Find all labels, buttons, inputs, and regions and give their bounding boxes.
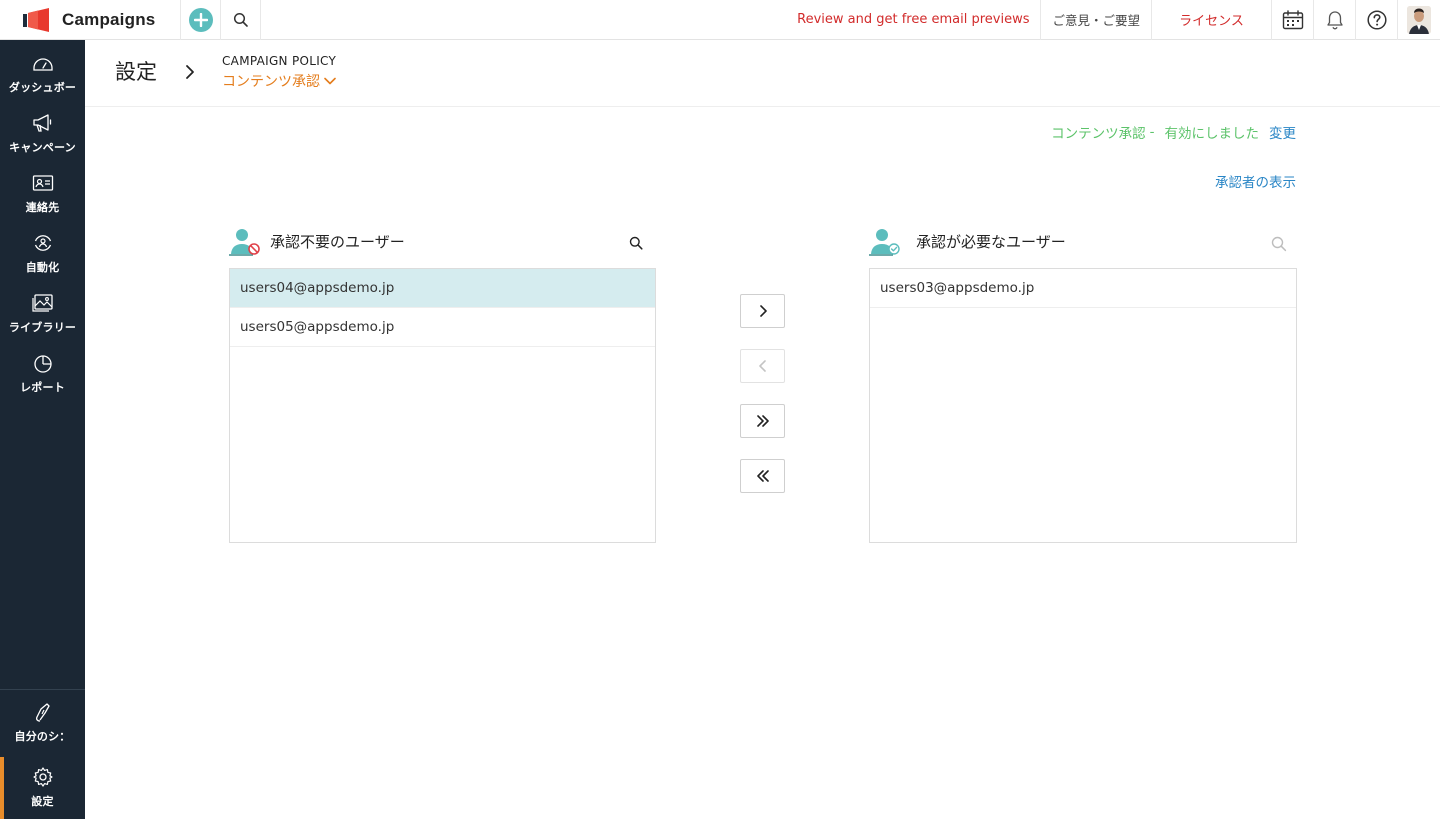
- view-approvers-link[interactable]: 承認者の表示: [1215, 171, 1296, 191]
- bell-icon: [1326, 10, 1343, 29]
- signature-pen-icon: [32, 700, 54, 724]
- double-chevron-left-icon: [756, 470, 769, 482]
- campaigns-logo-icon: [23, 7, 49, 32]
- breadcrumb-section: CAMPAIGN POLICY: [222, 54, 337, 68]
- calendar-icon: [1282, 9, 1303, 29]
- move-all-left-button[interactable]: [740, 459, 785, 493]
- sidebar-item-label: キャンペーン: [9, 141, 76, 154]
- sidebar-item-library[interactable]: ライブラリー: [0, 291, 85, 347]
- user-no-approval-icon: [229, 229, 260, 256]
- top-bar: Campaigns Review and get free email prev…: [0, 0, 1440, 40]
- image-library-icon: [31, 291, 54, 315]
- chevron-down-icon: [324, 77, 336, 85]
- sidebar-item-label: 自動化: [25, 261, 60, 274]
- gear-icon: [32, 765, 54, 789]
- notifications-button[interactable]: [1314, 0, 1356, 40]
- user-email: users05@appsdemo.jp: [240, 319, 395, 335]
- page-header: 設定 CAMPAIGN POLICY コンテンツ承認: [85, 40, 1440, 107]
- sidebar-item-label: 自分のシ：: [14, 730, 71, 743]
- status-value: 有効にしました: [1164, 126, 1260, 142]
- contact-card-icon: [32, 171, 54, 195]
- sidebar-item-label: ライブラリー: [8, 321, 77, 334]
- user-email: users03@appsdemo.jp: [880, 280, 1035, 296]
- sidebar-item-label: ダッシュボー: [8, 81, 77, 94]
- dashboard-gauge-icon: [32, 51, 54, 75]
- brand[interactable]: Campaigns: [0, 0, 181, 40]
- email-preview-promo-link[interactable]: Review and get free email previews: [786, 0, 1042, 40]
- policy-dropdown[interactable]: コンテンツ承認: [222, 71, 336, 91]
- app-name: Campaigns: [62, 9, 156, 29]
- global-search-button[interactable]: [221, 0, 261, 40]
- feedback-link[interactable]: ご意見・ご要望: [1041, 0, 1152, 40]
- sidebar-item-automation[interactable]: 自動化: [0, 231, 85, 287]
- sidebar-divider: [0, 689, 85, 690]
- add-button[interactable]: [181, 0, 221, 40]
- help-button[interactable]: [1356, 0, 1398, 40]
- left-panel-search-icon[interactable]: [629, 236, 643, 250]
- double-chevron-right-icon: [756, 415, 769, 427]
- sidebar-item-contacts[interactable]: 連絡先: [0, 171, 85, 227]
- sidebar-item-label: 設定: [31, 795, 54, 808]
- move-all-right-button[interactable]: [740, 404, 785, 438]
- pie-chart-icon: [32, 351, 54, 375]
- user-avatar: [1407, 5, 1431, 34]
- sidebar-item-label: レポート: [20, 381, 65, 394]
- breadcrumb-settings[interactable]: 設定: [115, 56, 157, 86]
- sidebar-item-reports[interactable]: レポート: [0, 351, 85, 407]
- change-status-link[interactable]: 変更: [1269, 122, 1296, 142]
- approval-status: コンテンツ承認 - 有効にしました 変更: [1051, 122, 1296, 142]
- search-icon: [233, 12, 248, 27]
- sidebar-item-my-signature[interactable]: 自分のシ：: [0, 700, 85, 756]
- profile-button[interactable]: [1398, 0, 1440, 40]
- right-panel-search-icon[interactable]: [1271, 236, 1287, 252]
- sidebar-item-label: 連絡先: [25, 201, 60, 214]
- policy-dropdown-label: コンテンツ承認: [222, 74, 320, 90]
- sidebar-item-campaigns[interactable]: キャンペーン: [0, 111, 85, 167]
- list-item[interactable]: users03@appsdemo.jp: [870, 269, 1296, 308]
- left-user-list: users04@appsdemo.jp users05@appsdemo.jp: [229, 268, 656, 543]
- list-item[interactable]: users05@appsdemo.jp: [230, 308, 655, 347]
- sidebar-item-settings[interactable]: 設定: [0, 757, 85, 819]
- right-panel-title: 承認が必要なユーザー: [916, 232, 1066, 251]
- chevron-right-icon: [186, 65, 194, 79]
- right-user-list: users03@appsdemo.jp: [869, 268, 1297, 543]
- move-right-button[interactable]: [740, 294, 785, 328]
- megaphone-icon: [32, 111, 54, 135]
- status-label: コンテンツ承認: [1051, 126, 1146, 142]
- right-panel-header: 承認が必要なユーザー: [869, 225, 1066, 257]
- sidebar: ダッシュボー キャンペーン 連絡先 自動化 ライブラリー レポート 自分のシ： …: [0, 40, 85, 819]
- license-link[interactable]: ライセンス: [1152, 0, 1272, 40]
- chevron-left-icon: [758, 360, 766, 372]
- sidebar-item-dashboard[interactable]: ダッシュボー: [0, 51, 85, 107]
- list-item[interactable]: users04@appsdemo.jp: [230, 269, 655, 308]
- chevron-right-icon: [759, 305, 767, 317]
- user-email: users04@appsdemo.jp: [240, 280, 395, 296]
- add-icon: [188, 7, 213, 32]
- move-left-button[interactable]: [740, 349, 785, 383]
- sidebar-item-settings-content: 設定: [0, 765, 85, 821]
- left-panel-header: 承認不要のユーザー: [229, 225, 405, 257]
- left-panel-title: 承認不要のユーザー: [270, 232, 405, 251]
- automation-cycle-icon: [32, 231, 54, 255]
- calendar-button[interactable]: [1272, 0, 1314, 40]
- status-separator: -: [1149, 124, 1155, 140]
- user-approval-required-icon: [869, 229, 900, 256]
- help-icon: [1366, 9, 1387, 30]
